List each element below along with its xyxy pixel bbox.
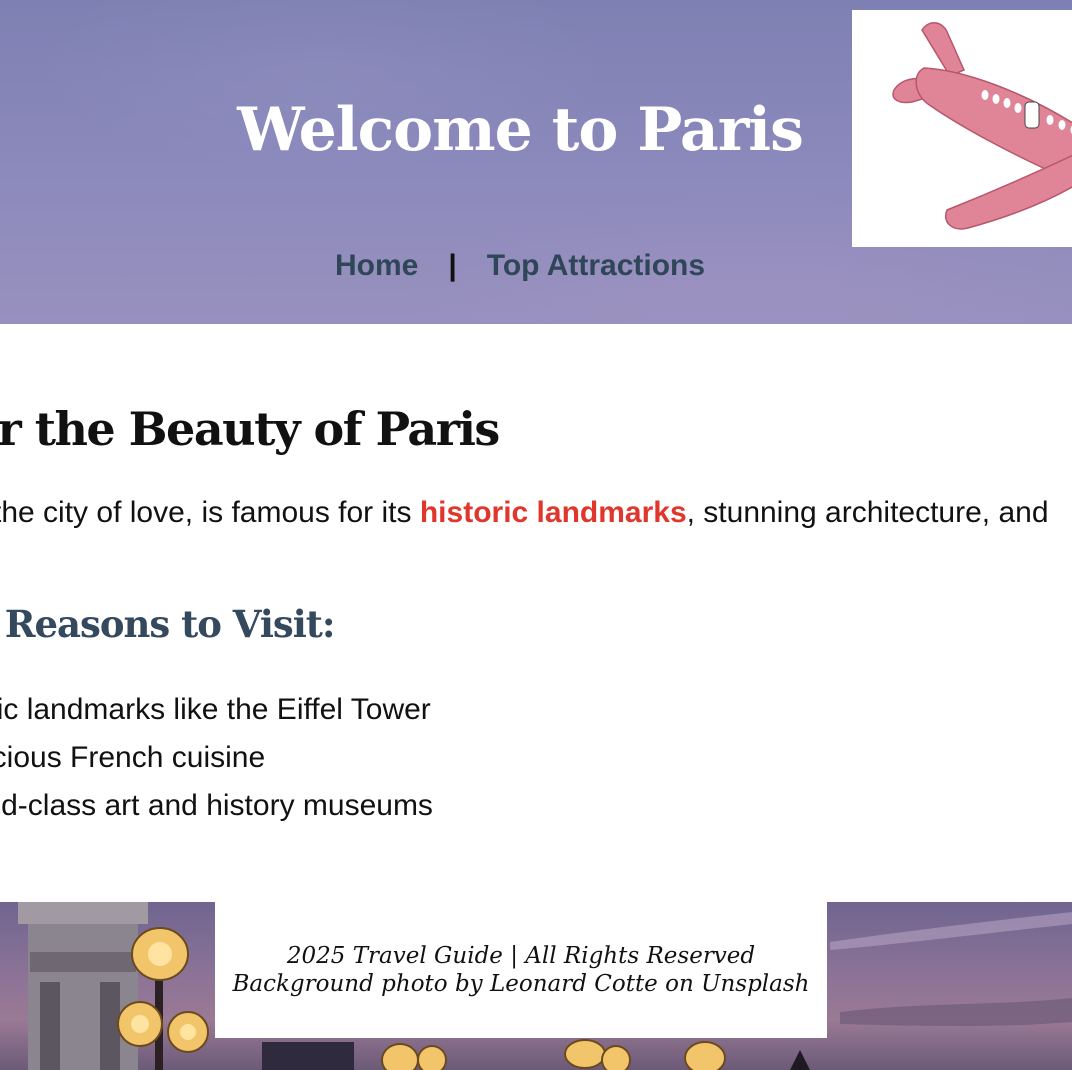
reasons-list: Iconic landmarks like the Eiffel Tower D… — [0, 686, 433, 830]
nav-link-top-attractions[interactable]: Top Attractions — [487, 249, 705, 283]
footer-copyright: 2025 Travel Guide | All Rights Reserved — [286, 943, 756, 969]
list-item: World-class art and history museums — [0, 789, 433, 822]
intro-paragraph: Paris, the city of love, is famous for i… — [0, 496, 1049, 530]
section-heading: Discover the Beauty of Paris — [0, 402, 500, 456]
list-item: Iconic landmarks like the Eiffel Tower — [0, 693, 431, 726]
airplane-logo — [852, 10, 1072, 247]
intro-highlight: historic landmarks — [419, 496, 687, 529]
main-nav: Home | Top Attractions — [0, 244, 1040, 288]
nav-link-home[interactable]: Home — [335, 249, 418, 283]
nav-separator: | — [448, 249, 457, 282]
reasons-heading: Top Reasons to Visit: — [0, 602, 336, 646]
airplane-icon — [892, 22, 1072, 230]
main-content: Discover the Beauty of Paris Paris, the … — [0, 324, 1072, 902]
list-item: Delicious French cuisine — [0, 741, 266, 774]
site-header: Welcome to Paris Home | Top Attractions — [0, 0, 1072, 324]
intro-text-end: , stunning architecture, and — [686, 496, 1049, 529]
intro-text-start: Paris, the city of love, is famous for i… — [0, 496, 412, 529]
site-footer: 2025 Travel Guide | All Rights Reserved … — [215, 902, 827, 1038]
footer-photo-credit: Background photo by Leonard Cotte on Uns… — [232, 971, 810, 997]
